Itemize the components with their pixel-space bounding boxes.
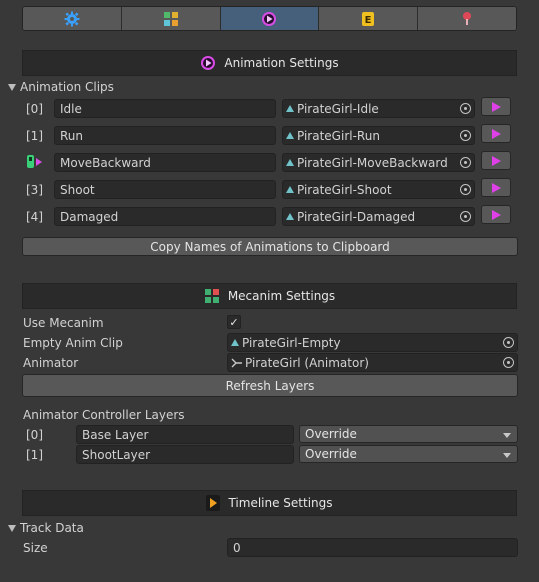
clip-name-field[interactable]: Run [54,126,276,145]
clip-name-field[interactable]: MoveBackward [54,153,276,172]
animator-label: Animator [23,356,79,370]
tab-events[interactable]: E [319,7,419,30]
svg-text:E: E [365,15,372,26]
foldout-arrow-icon [8,524,16,532]
chevron-down-icon [503,433,511,438]
clip-object-field[interactable]: PirateGirl-Shoot [282,180,475,199]
foldout-arrow-icon [8,83,16,91]
animation-settings-title: Animation Settings [224,56,339,70]
clip-object-value: PirateGirl-Run [297,128,380,143]
object-picker-icon[interactable] [460,184,471,195]
mecanim-icon [204,289,219,303]
clip-object-field[interactable]: PirateGirl-Idle [282,99,475,118]
clip-name-field[interactable]: Damaged [54,207,276,226]
layer-blend-mode-dropdown[interactable]: Override [299,425,518,443]
clip-index: [0] [26,102,43,116]
play-flag-icon [492,209,501,220]
animator-value: PirateGirl (Animator) [245,355,369,370]
timeline-settings-title: Timeline Settings [228,496,333,510]
layer-blend-mode-dropdown[interactable]: Override [299,445,518,463]
object-picker-icon[interactable] [503,357,514,368]
chevron-down-icon [503,453,511,458]
clip-icon [231,339,239,346]
timeline-settings-header: Timeline Settings [22,490,517,516]
object-picker-icon[interactable] [460,211,471,222]
play-clip-button[interactable] [481,178,511,197]
tab-settings[interactable] [23,7,122,30]
animator-icon [231,358,242,367]
empty-anim-clip-label: Empty Anim Clip [23,336,123,350]
play-flag-icon [492,128,501,139]
clip-name-field[interactable]: Idle [54,99,276,118]
clip-icon [286,186,294,193]
pin-icon [463,11,472,25]
layer-blend-mode-value: Override [305,427,357,441]
clip-object-value: PirateGirl-MoveBackward [297,155,448,170]
layer-index: [1] [26,448,43,462]
clip-object-value: PirateGirl-Shoot [297,182,392,197]
clip-icon [286,213,294,220]
clip-object-value: PirateGirl-Idle [297,101,379,116]
layer-index: [0] [26,428,43,442]
tab-animation[interactable] [220,7,320,30]
mecanim-settings-header: Mecanim Settings [22,283,517,309]
animator-field[interactable]: PirateGirl (Animator) [227,353,518,372]
move-arrows-icon [26,153,44,174]
clip-index: [1] [26,129,43,143]
play-clip-button[interactable] [481,205,511,224]
use-mecanim-checkbox[interactable]: ✓ [227,315,241,329]
event-icon: E [362,11,375,26]
refresh-layers-button[interactable]: Refresh Layers [22,374,518,397]
clip-name-field[interactable]: Shoot [54,180,276,199]
clip-index: [4] [26,210,43,224]
clip-index: [3] [26,183,43,197]
play-flag-icon [492,101,501,112]
animation-clips-foldout[interactable]: Animation Clips [8,80,114,94]
play-clip-button[interactable] [481,97,511,116]
layer-blend-mode-value: Override [305,447,357,461]
grid-icon [163,11,178,26]
track-data-label: Track Data [20,521,84,535]
play-circle-icon [262,11,277,26]
play-flag-icon [492,155,501,166]
clip-icon [286,159,294,166]
mecanim-settings-title: Mecanim Settings [227,289,336,303]
tab-layout[interactable] [121,7,221,30]
empty-anim-clip-value: PirateGirl-Empty [242,335,341,350]
use-mecanim-label: Use Mecanim [23,316,104,330]
gear-icon [64,11,80,26]
animator-controller-layers-label: Animator Controller Layers [23,408,185,422]
object-picker-icon[interactable] [460,157,471,168]
tab-misc[interactable] [418,7,516,30]
play-circle-icon [201,56,216,70]
clip-object-field[interactable]: PirateGirl-Damaged [282,207,475,226]
empty-anim-clip-field[interactable]: PirateGirl-Empty [227,333,518,352]
layer-name-field[interactable]: ShootLayer [76,445,294,464]
clip-object-value: PirateGirl-Damaged [297,209,416,224]
copy-animation-names-button[interactable]: Copy Names of Animations to Clipboard [22,237,518,256]
object-picker-icon[interactable] [460,130,471,141]
animation-clips-label: Animation Clips [20,80,114,94]
clip-icon [286,132,294,139]
clip-object-field[interactable]: PirateGirl-MoveBackward [282,153,475,172]
layer-name-field[interactable]: Base Layer [76,425,294,444]
timeline-icon [206,495,221,511]
play-clip-button[interactable] [481,151,511,170]
play-clip-button[interactable] [481,124,511,143]
object-picker-icon[interactable] [503,337,514,348]
clip-object-field[interactable]: PirateGirl-Run [282,126,475,145]
animation-settings-header: Animation Settings [22,50,517,76]
object-picker-icon[interactable] [460,103,471,114]
play-flag-icon [492,182,501,193]
size-label: Size [23,541,48,555]
clip-icon [286,105,294,112]
size-field[interactable]: 0 [227,538,518,557]
track-data-foldout[interactable]: Track Data [8,521,84,535]
inspector-tab-bar: E [22,6,517,31]
